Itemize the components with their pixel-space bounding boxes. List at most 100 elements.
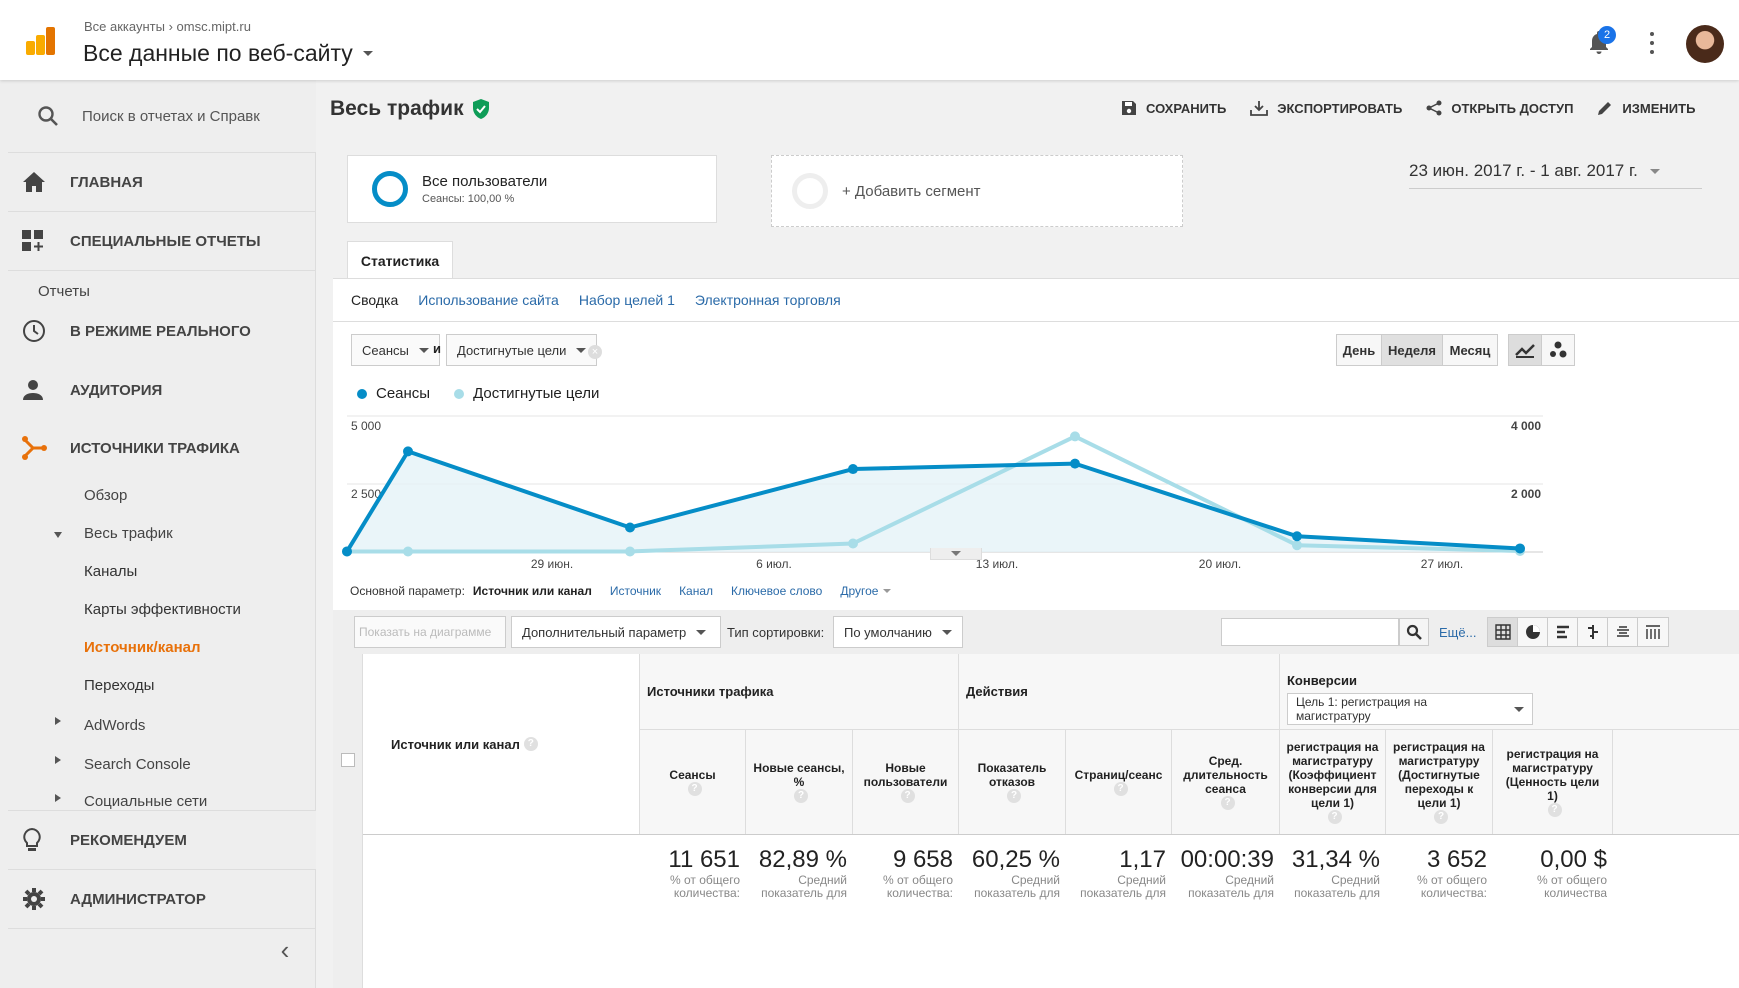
column-header-9[interactable]: регистрация на магистратуру (Ценность це… (1493, 730, 1613, 834)
chart-resize-handle[interactable] (930, 548, 982, 560)
table-view-icon[interactable] (1488, 618, 1518, 646)
secondary-dimension-select[interactable]: Дополнительный параметр (511, 616, 721, 648)
sidebar-item-social[interactable]: Социальные сети (84, 793, 207, 810)
column-header-2[interactable]: Новые сеансы, %? (746, 730, 853, 834)
sidebar-item-overview[interactable]: Обзор (84, 487, 127, 504)
sidebar-item-admin[interactable]: АДМИНИСТРАТОР (0, 870, 316, 928)
view-selector[interactable]: Все данные по веб-сайту (83, 40, 373, 67)
help-icon[interactable]: ? (1220, 796, 1235, 810)
date-range-picker[interactable]: 23 июн. 2017 г. - 1 авг. 2017 г. (1409, 161, 1702, 189)
help-icon[interactable]: ? (1007, 789, 1021, 803)
column-header-3[interactable]: Новые пользователи? (853, 730, 959, 834)
dimension-source[interactable]: Источник (610, 584, 661, 598)
sidebar-item-adwords[interactable]: AdWords (84, 717, 145, 734)
analytics-logo[interactable] (26, 27, 56, 57)
column-header-label: Показатель отказов (977, 761, 1047, 789)
column-header-5[interactable]: Страниц/сеанс? (1066, 730, 1172, 834)
sidebar-item-channels[interactable]: Каналы (84, 563, 137, 580)
column-header-8[interactable]: регистрация на магистратуру (Достигнутые… (1386, 730, 1493, 834)
data-point-series1 (342, 546, 352, 557)
help-icon[interactable]: ? (794, 789, 808, 803)
line-chart-toggle[interactable] (1508, 334, 1542, 366)
subtab-summary[interactable]: Сводка (351, 292, 398, 308)
help-icon[interactable]: ? (1327, 810, 1342, 824)
more-options-link[interactable]: Ещё... (1439, 625, 1476, 640)
sort-type-select[interactable]: По умолчанию (833, 616, 963, 648)
more-vert-icon[interactable] (1648, 32, 1656, 54)
performance-view-icon[interactable] (1548, 618, 1578, 646)
help-icon[interactable]: ? (1113, 782, 1128, 796)
sidebar-item-custom-reports[interactable]: СПЕЦИАЛЬНЫЕ ОТЧЕТЫ (0, 212, 316, 270)
sidebar-item-source-medium[interactable]: Источник/канал (84, 639, 201, 656)
dimension-medium[interactable]: Канал (679, 584, 713, 598)
sidebar-item-acquisition[interactable]: ИСТОЧНИКИ ТРАФИКА (0, 422, 316, 474)
sidebar-item-all-traffic[interactable]: Весь трафик (84, 525, 173, 542)
sidebar-item-discover[interactable]: РЕКОМЕНДУЕМ (0, 811, 316, 869)
line-chart-icon (1515, 344, 1535, 358)
collapse-sidebar-button[interactable]: ‹ (270, 935, 300, 975)
dimension-source-medium[interactable]: Источник или канал (473, 584, 592, 598)
pivot-view-icon[interactable] (1638, 618, 1668, 646)
help-icon[interactable]: ? (523, 737, 538, 751)
subtab-ecommerce[interactable]: Электронная торговля (695, 292, 841, 308)
line-chart[interactable]: 5 0002 5004 0002 00029 июн. 6 июл. 13 июл.… (333, 406, 1739, 596)
add-segment-button[interactable]: + Добавить сегмент (771, 155, 1183, 227)
share-button[interactable]: ОТКРЫТЬ ДОСТУП (1426, 100, 1573, 116)
search-icon (38, 106, 58, 126)
subtab-site-usage[interactable]: Использование сайта (418, 292, 559, 308)
metric2-select[interactable]: Достигнутые цели (446, 334, 598, 366)
metric2-label: Достигнутые цели (457, 342, 567, 358)
share-label: ОТКРЫТЬ ДОСТУП (1451, 100, 1574, 116)
plot-rows-button[interactable]: Показать на диаграмме (354, 616, 506, 648)
breadcrumb[interactable]: Все аккаунты › omsc.mipt.ru (84, 19, 251, 34)
save-button[interactable]: СОХРАНИТЬ (1121, 100, 1226, 116)
export-button[interactable]: ЭКСПОРТИРОВАТЬ (1250, 100, 1402, 116)
help-icon[interactable]: ? (900, 789, 915, 803)
column-header-4[interactable]: Показатель отказов? (959, 730, 1066, 834)
table-search-button[interactable] (1399, 618, 1429, 646)
goal-select-label: Цель 1: регистрация на магистратуру (1296, 695, 1428, 723)
breadcrumb-property[interactable]: omsc.mipt.ru (177, 19, 251, 34)
goal-select[interactable]: Цель 1: регистрация на магистратуру (1287, 693, 1533, 725)
help-icon[interactable]: ? (687, 782, 702, 796)
help-icon[interactable]: ? (1547, 803, 1562, 817)
sidebar-search[interactable]: Поиск в отчетах и Справк (8, 80, 316, 152)
sidebar-item-treemaps[interactable]: Карты эффективности (84, 601, 241, 618)
dimension-header-label: Источник или канал (391, 736, 520, 752)
sidebar-item-home[interactable]: ГЛАВНАЯ (0, 153, 316, 211)
motion-chart-toggle[interactable] (1541, 334, 1575, 366)
comparison-view-icon[interactable] (1578, 618, 1608, 646)
table-search-input[interactable] (1221, 618, 1399, 646)
remove-metric-icon[interactable]: × (588, 345, 602, 359)
edit-button[interactable]: ИЗМЕНИТЬ (1597, 100, 1695, 116)
column-header-7[interactable]: регистрация на магистратуру (Коэффициент… (1280, 730, 1386, 834)
period-week-button[interactable]: Неделя (1381, 334, 1443, 366)
sidebar-label-discover: РЕКОМЕНДУЕМ (70, 831, 187, 849)
segment-card[interactable]: Все пользователи Сеансы: 100,00 % (347, 155, 717, 223)
select-all-checkbox[interactable] (341, 753, 355, 767)
data-point-series1 (403, 446, 413, 457)
metric1-select[interactable]: Сеансы (351, 334, 440, 366)
caret-expanded-icon (54, 532, 62, 538)
help-icon[interactable]: ? (1434, 810, 1448, 824)
term-cloud-view-icon[interactable] (1608, 618, 1638, 646)
sidebar-item-audience[interactable]: АУДИТОРИЯ (0, 364, 316, 416)
dimension-keyword[interactable]: Ключевое слово (731, 584, 822, 598)
pie-view-icon[interactable] (1518, 618, 1548, 646)
tab-explorer[interactable]: Статистика (347, 241, 453, 279)
search-input[interactable]: Поиск в отчетах и Справк (82, 108, 260, 125)
subtab-goal-set[interactable]: Набор целей 1 (579, 292, 675, 308)
breadcrumb-root[interactable]: Все аккаунты (84, 19, 165, 34)
period-month-button[interactable]: Месяц (1442, 334, 1498, 366)
period-day-button[interactable]: День (1336, 334, 1382, 366)
sidebar-item-referrals[interactable]: Переходы (84, 677, 154, 694)
column-header-6[interactable]: Сред. длительность сеанса? (1172, 730, 1280, 834)
column-header-1[interactable]: Сеансы? (640, 730, 746, 834)
avatar[interactable] (1686, 25, 1724, 63)
x-tick-label: 20 июл. (1199, 557, 1241, 571)
sidebar-item-search-console[interactable]: Search Console (84, 756, 191, 773)
notifications-button[interactable]: 2 (1586, 26, 1616, 56)
dimension-header[interactable]: Источник или канал? (363, 654, 640, 834)
sidebar-item-realtime[interactable]: В РЕЖИМЕ РЕАЛЬНОГО (0, 305, 316, 357)
dimension-other[interactable]: Другое (840, 584, 892, 598)
